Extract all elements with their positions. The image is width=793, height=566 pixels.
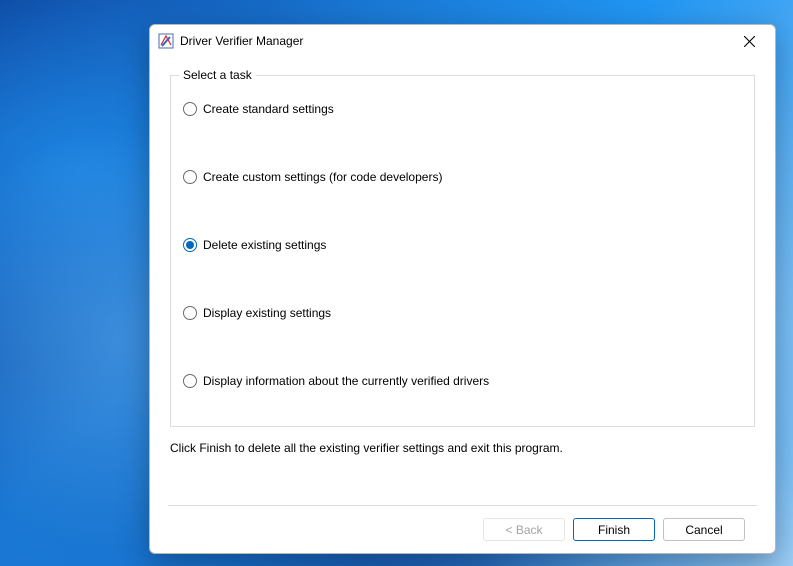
task-groupbox: Select a task Create standard settings C… — [170, 75, 755, 427]
groupbox-label: Select a task — [179, 68, 256, 82]
dialog-content: Select a task Create standard settings C… — [150, 57, 775, 553]
radio-icon — [183, 238, 197, 252]
radio-icon — [183, 374, 197, 388]
radio-icon — [183, 170, 197, 184]
radio-display-existing[interactable]: Display existing settings — [183, 306, 744, 320]
radio-label: Create custom settings (for code develop… — [203, 170, 442, 184]
titlebar[interactable]: Driver Verifier Manager — [150, 25, 775, 57]
radio-delete-existing[interactable]: Delete existing settings — [183, 238, 744, 252]
window-title: Driver Verifier Manager — [180, 34, 727, 48]
radio-dot-icon — [186, 241, 194, 249]
app-icon — [158, 33, 174, 49]
radio-icon — [183, 102, 197, 116]
back-button: < Back — [483, 518, 565, 541]
dialog-window: Driver Verifier Manager Select a task Cr… — [149, 24, 776, 554]
radio-icon — [183, 306, 197, 320]
radio-label: Display information about the currently … — [203, 374, 489, 388]
radio-display-info[interactable]: Display information about the currently … — [183, 374, 744, 388]
radio-label: Create standard settings — [203, 102, 334, 116]
radio-label: Delete existing settings — [203, 238, 326, 252]
radio-label: Display existing settings — [203, 306, 331, 320]
radio-create-custom[interactable]: Create custom settings (for code develop… — [183, 170, 744, 184]
finish-button[interactable]: Finish — [573, 518, 655, 541]
button-bar: < Back Finish Cancel — [166, 506, 759, 553]
close-button[interactable] — [727, 26, 771, 56]
cancel-button[interactable]: Cancel — [663, 518, 745, 541]
radio-create-standard[interactable]: Create standard settings — [183, 102, 744, 116]
hint-text: Click Finish to delete all the existing … — [170, 441, 755, 455]
close-icon — [744, 36, 755, 47]
